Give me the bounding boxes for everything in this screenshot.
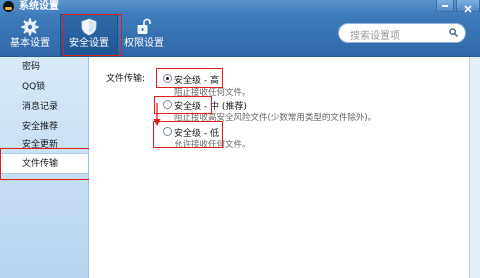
settings-panel xyxy=(89,57,469,278)
sidebar-item-password[interactable]: 密码 xyxy=(0,57,88,77)
sidebar-item-label: QQ锁 xyxy=(22,82,46,92)
scrollbar[interactable] xyxy=(469,57,480,278)
gear-icon xyxy=(21,18,39,36)
sidebar-item-message-history[interactable]: 消息记录 xyxy=(0,97,88,117)
tab-permission-settings[interactable]: 权限设置 xyxy=(118,14,170,56)
search-box[interactable]: 搜索设置项 xyxy=(338,23,466,43)
minimize-icon xyxy=(442,5,448,7)
sidebar-item-qq-lock[interactable]: QQ锁 xyxy=(0,77,88,97)
file-transfer-label: 文件传输: xyxy=(106,74,146,84)
search-placeholder: 搜索设置项 xyxy=(350,31,400,42)
close-button[interactable] xyxy=(456,0,480,13)
file-transfer-highlight xyxy=(0,148,90,180)
annotation-arrow xyxy=(153,103,161,126)
title-bar: 系统设置 xyxy=(0,0,480,14)
sidebar-item-label: 密码 xyxy=(22,62,41,72)
sidebar-item-security-recommend[interactable]: 安全推荐 xyxy=(0,117,88,137)
high-option-highlight xyxy=(156,68,223,88)
sidebar-item-label: 消息记录 xyxy=(22,102,59,112)
tab-permission-settings-label: 权限设置 xyxy=(124,38,164,49)
qq-penguin-icon xyxy=(3,1,14,12)
security-tab-highlight xyxy=(63,14,122,56)
window-title: 系统设置 xyxy=(19,1,59,12)
unlock-icon xyxy=(137,18,151,34)
sidebar-item-label: 安全推荐 xyxy=(22,122,59,132)
search-icon[interactable] xyxy=(449,28,458,37)
minimize-button[interactable] xyxy=(436,0,454,12)
tab-basic-settings[interactable]: 基本设置 xyxy=(4,14,56,56)
tab-basic-settings-label: 基本设置 xyxy=(10,38,50,49)
